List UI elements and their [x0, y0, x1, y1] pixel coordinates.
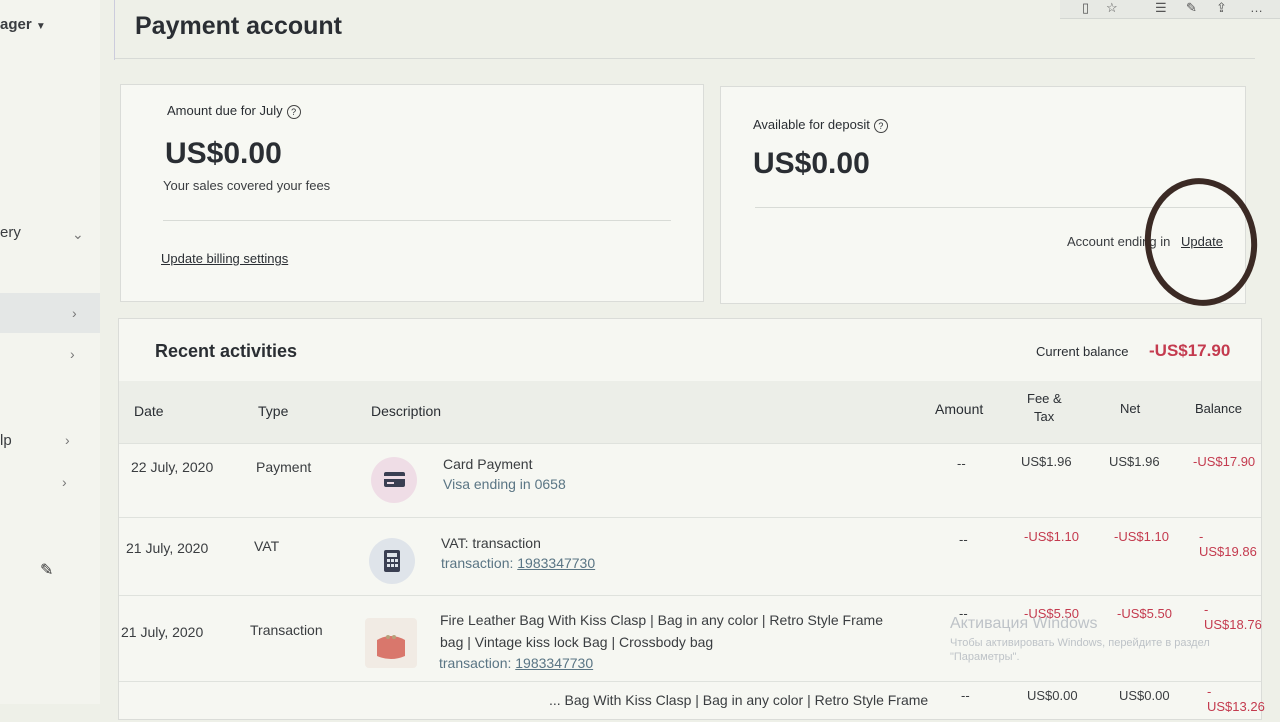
table-header: Date Type Description Amount Fee & Tax N… [119, 381, 1261, 443]
credit-card-icon [371, 457, 417, 503]
row-transaction: transaction: 1983347730 [439, 655, 593, 671]
amount-due-title: Amount due for July? [167, 103, 301, 119]
row-title-line2: bag | Vintage kiss lock Bag | Crossbody … [440, 634, 714, 650]
sidebar-item-active[interactable] [0, 293, 100, 333]
current-balance-label: Current balance [1036, 344, 1129, 359]
column-amount[interactable]: Amount [935, 401, 983, 417]
row-title-line1: ... Bag With Kiss Clasp | Bag in any col… [549, 692, 929, 708]
sidebar: ager ▼ ery ⌄ › › lp › › ✎ [0, 0, 100, 704]
header-divider [115, 58, 1255, 59]
chevron-right-icon[interactable]: › [70, 346, 75, 362]
account-menu[interactable]: ager ▼ [0, 16, 46, 33]
row-net: US$1.96 [1109, 454, 1160, 469]
row-type: VAT [254, 538, 280, 554]
caret-down-icon: ▼ [35, 21, 46, 32]
chevron-right-icon[interactable]: › [65, 432, 70, 448]
column-fee-tax-line1: Fee & [1027, 391, 1062, 406]
sidebar-item-ery[interactable]: ery [0, 224, 21, 241]
row-amount: -- [959, 532, 968, 547]
recent-activities-title: Recent activities [155, 341, 298, 361]
row-net: US$0.00 [1119, 688, 1170, 703]
transaction-prefix: transaction: [441, 555, 518, 571]
row-subtitle: Visa ending in 0658 [443, 476, 566, 492]
row-date: 21 July, 2020 [121, 624, 204, 640]
row-fee: US$1.96 [1021, 454, 1072, 469]
row-amount: -- [957, 456, 966, 471]
watermark-line2: Чтобы активировать Windows, перейдите в … [950, 637, 1210, 649]
row-title-line1: Fire Leather Bag With Kiss Clasp | Bag i… [440, 612, 884, 628]
table-row[interactable]: 21 July, 2020 VAT VAT: transaction trans… [119, 517, 1261, 598]
update-billing-settings-link[interactable]: Update billing settings [161, 251, 288, 266]
row-amount: -- [961, 688, 970, 703]
windows-activation-watermark: Активация Windows Чтобы активировать Win… [950, 615, 1210, 663]
row-balance: -US$17.90 [1193, 454, 1256, 469]
sidebar-item-help[interactable]: lp [0, 432, 12, 449]
amount-due-note: Your sales covered your fees [163, 178, 331, 193]
row-title: Card Payment [443, 456, 533, 472]
row-type: Transaction [250, 622, 323, 638]
row-net: -US$1.10 [1114, 529, 1169, 544]
amount-due-value: US$0.00 [165, 137, 282, 170]
transaction-id-link[interactable]: 1983347730 [517, 555, 595, 571]
row-date: 22 July, 2020 [131, 459, 214, 475]
row-balance: -US$19.86 [1199, 529, 1257, 559]
row-balance: -US$18.76 [1204, 602, 1262, 632]
current-balance-value: -US$17.90 [1149, 341, 1231, 360]
row-type: Payment [256, 459, 312, 475]
row-fee: US$0.00 [1027, 688, 1078, 703]
card-divider [163, 220, 671, 221]
transaction-prefix: transaction: [439, 655, 516, 671]
page-title: Payment account [135, 12, 343, 40]
row-date: 21 July, 2020 [126, 540, 209, 556]
chevron-down-icon[interactable]: ⌄ [72, 226, 84, 243]
deposit-value: US$0.00 [753, 147, 870, 180]
deposit-title-text: Available for deposit [753, 117, 870, 132]
column-balance[interactable]: Balance [1195, 401, 1242, 416]
chevron-right-icon[interactable]: › [62, 474, 67, 490]
column-type[interactable]: Type [258, 403, 288, 419]
watermark-title: Активация Windows [950, 615, 1098, 632]
column-date[interactable]: Date [134, 403, 164, 419]
column-description[interactable]: Description [371, 403, 441, 419]
help-icon[interactable]: ? [873, 118, 888, 133]
column-net[interactable]: Net [1120, 401, 1140, 416]
amount-due-title-text: Amount due for July [167, 103, 283, 118]
column-fee-tax[interactable]: Fee & Tax [1027, 391, 1062, 424]
help-icon[interactable]: ? [286, 104, 301, 119]
row-transaction: transaction: 1983347730 [441, 555, 595, 571]
calculator-icon [369, 538, 415, 584]
watermark-line3: "Параметры". [950, 651, 1020, 663]
account-menu-label: ager [0, 16, 32, 33]
amount-due-card: Amount due for July? US$0.00 Your sales … [120, 84, 704, 302]
row-title: VAT: transaction [441, 535, 541, 551]
table-row[interactable]: 22 July, 2020 Payment Card Payment Visa … [119, 443, 1261, 520]
row-fee: -US$1.10 [1024, 529, 1079, 544]
row-balance: -US$13.26 [1207, 684, 1265, 714]
table-row[interactable]: ... Bag With Kiss Clasp | Bag in any col… [119, 681, 1265, 722]
deposit-title: Available for deposit? [753, 117, 888, 133]
chevron-right-icon[interactable]: › [72, 305, 77, 321]
main-content: Payment account Amount due for July? US$… [100, 0, 1266, 720]
transaction-id-link[interactable]: 1983347730 [515, 655, 593, 671]
column-fee-tax-line2: Tax [1034, 409, 1055, 424]
pencil-icon[interactable]: ✎ [40, 560, 53, 580]
bag-thumbnail [365, 618, 417, 668]
